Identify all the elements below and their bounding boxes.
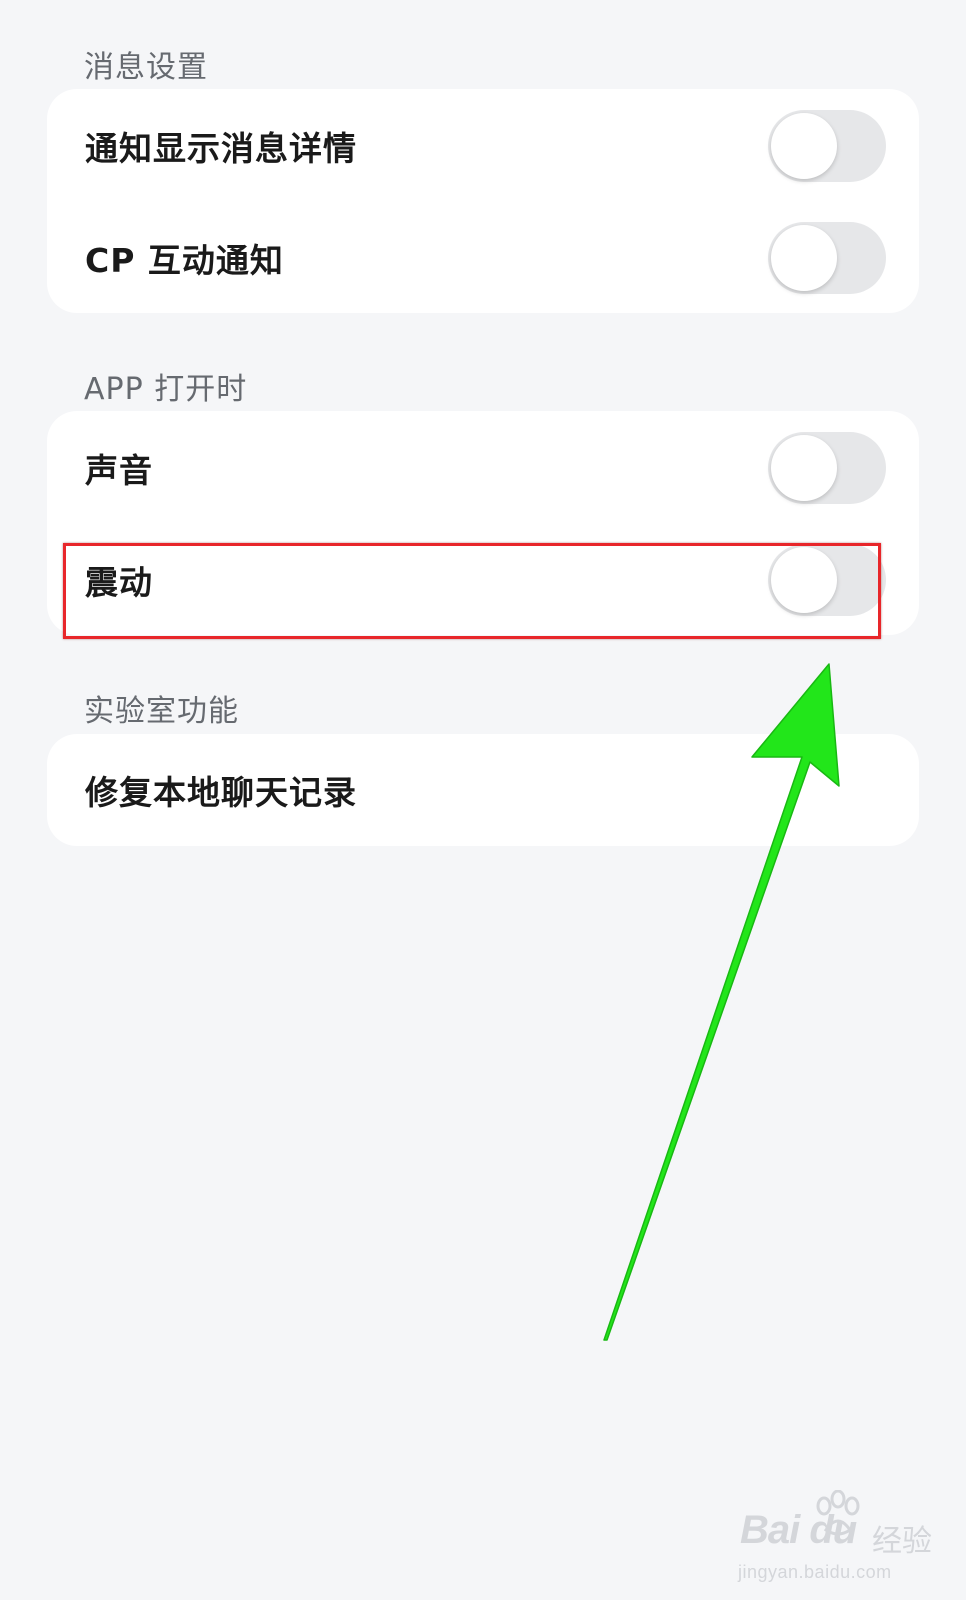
show-message-details-toggle[interactable]: [768, 110, 886, 182]
cp-interaction-notify-toggle[interactable]: [768, 222, 886, 294]
setting-label-show-message-details: 通知显示消息详情: [85, 129, 357, 168]
baidu-jingyan-watermark: Bai du 经验 jingyan.baidu.com: [738, 1490, 940, 1582]
setting-row-show-message-details[interactable]: 通知显示消息详情: [47, 89, 919, 203]
section-title-message-settings: 消息设置: [84, 50, 208, 85]
message-settings-card: 通知显示消息详情 CP 互动通知: [47, 89, 919, 313]
watermark-url: jingyan.baidu.com: [738, 1562, 892, 1582]
setting-row-vibration[interactable]: 震动: [47, 523, 919, 637]
setting-label-repair-local-chat: 修复本地聊天记录: [85, 773, 357, 812]
section-title-lab-features: 实验室功能: [84, 694, 239, 729]
toggle-knob: [771, 113, 837, 179]
vibration-toggle[interactable]: [768, 544, 886, 616]
setting-label-vibration: 震动: [85, 563, 153, 602]
sound-toggle[interactable]: [768, 432, 886, 504]
app-open-card: 声音 震动: [47, 411, 919, 635]
toggle-knob: [771, 225, 837, 291]
toggle-knob: [771, 547, 837, 613]
toggle-knob: [771, 435, 837, 501]
setting-row-repair-local-chat[interactable]: 修复本地聊天记录: [47, 734, 919, 846]
setting-label-cp-interaction-notify: CP 互动通知: [85, 241, 284, 280]
watermark-suffix: 经验: [872, 1525, 932, 1558]
section-title-app-open: APP 打开时: [84, 372, 248, 407]
setting-label-sound: 声音: [85, 451, 153, 490]
lab-features-card: 修复本地聊天记录: [47, 734, 919, 846]
watermark-brand: Bai du: [740, 1508, 857, 1552]
setting-row-cp-interaction-notify[interactable]: CP 互动通知: [47, 201, 919, 315]
setting-row-sound[interactable]: 声音: [47, 411, 919, 525]
